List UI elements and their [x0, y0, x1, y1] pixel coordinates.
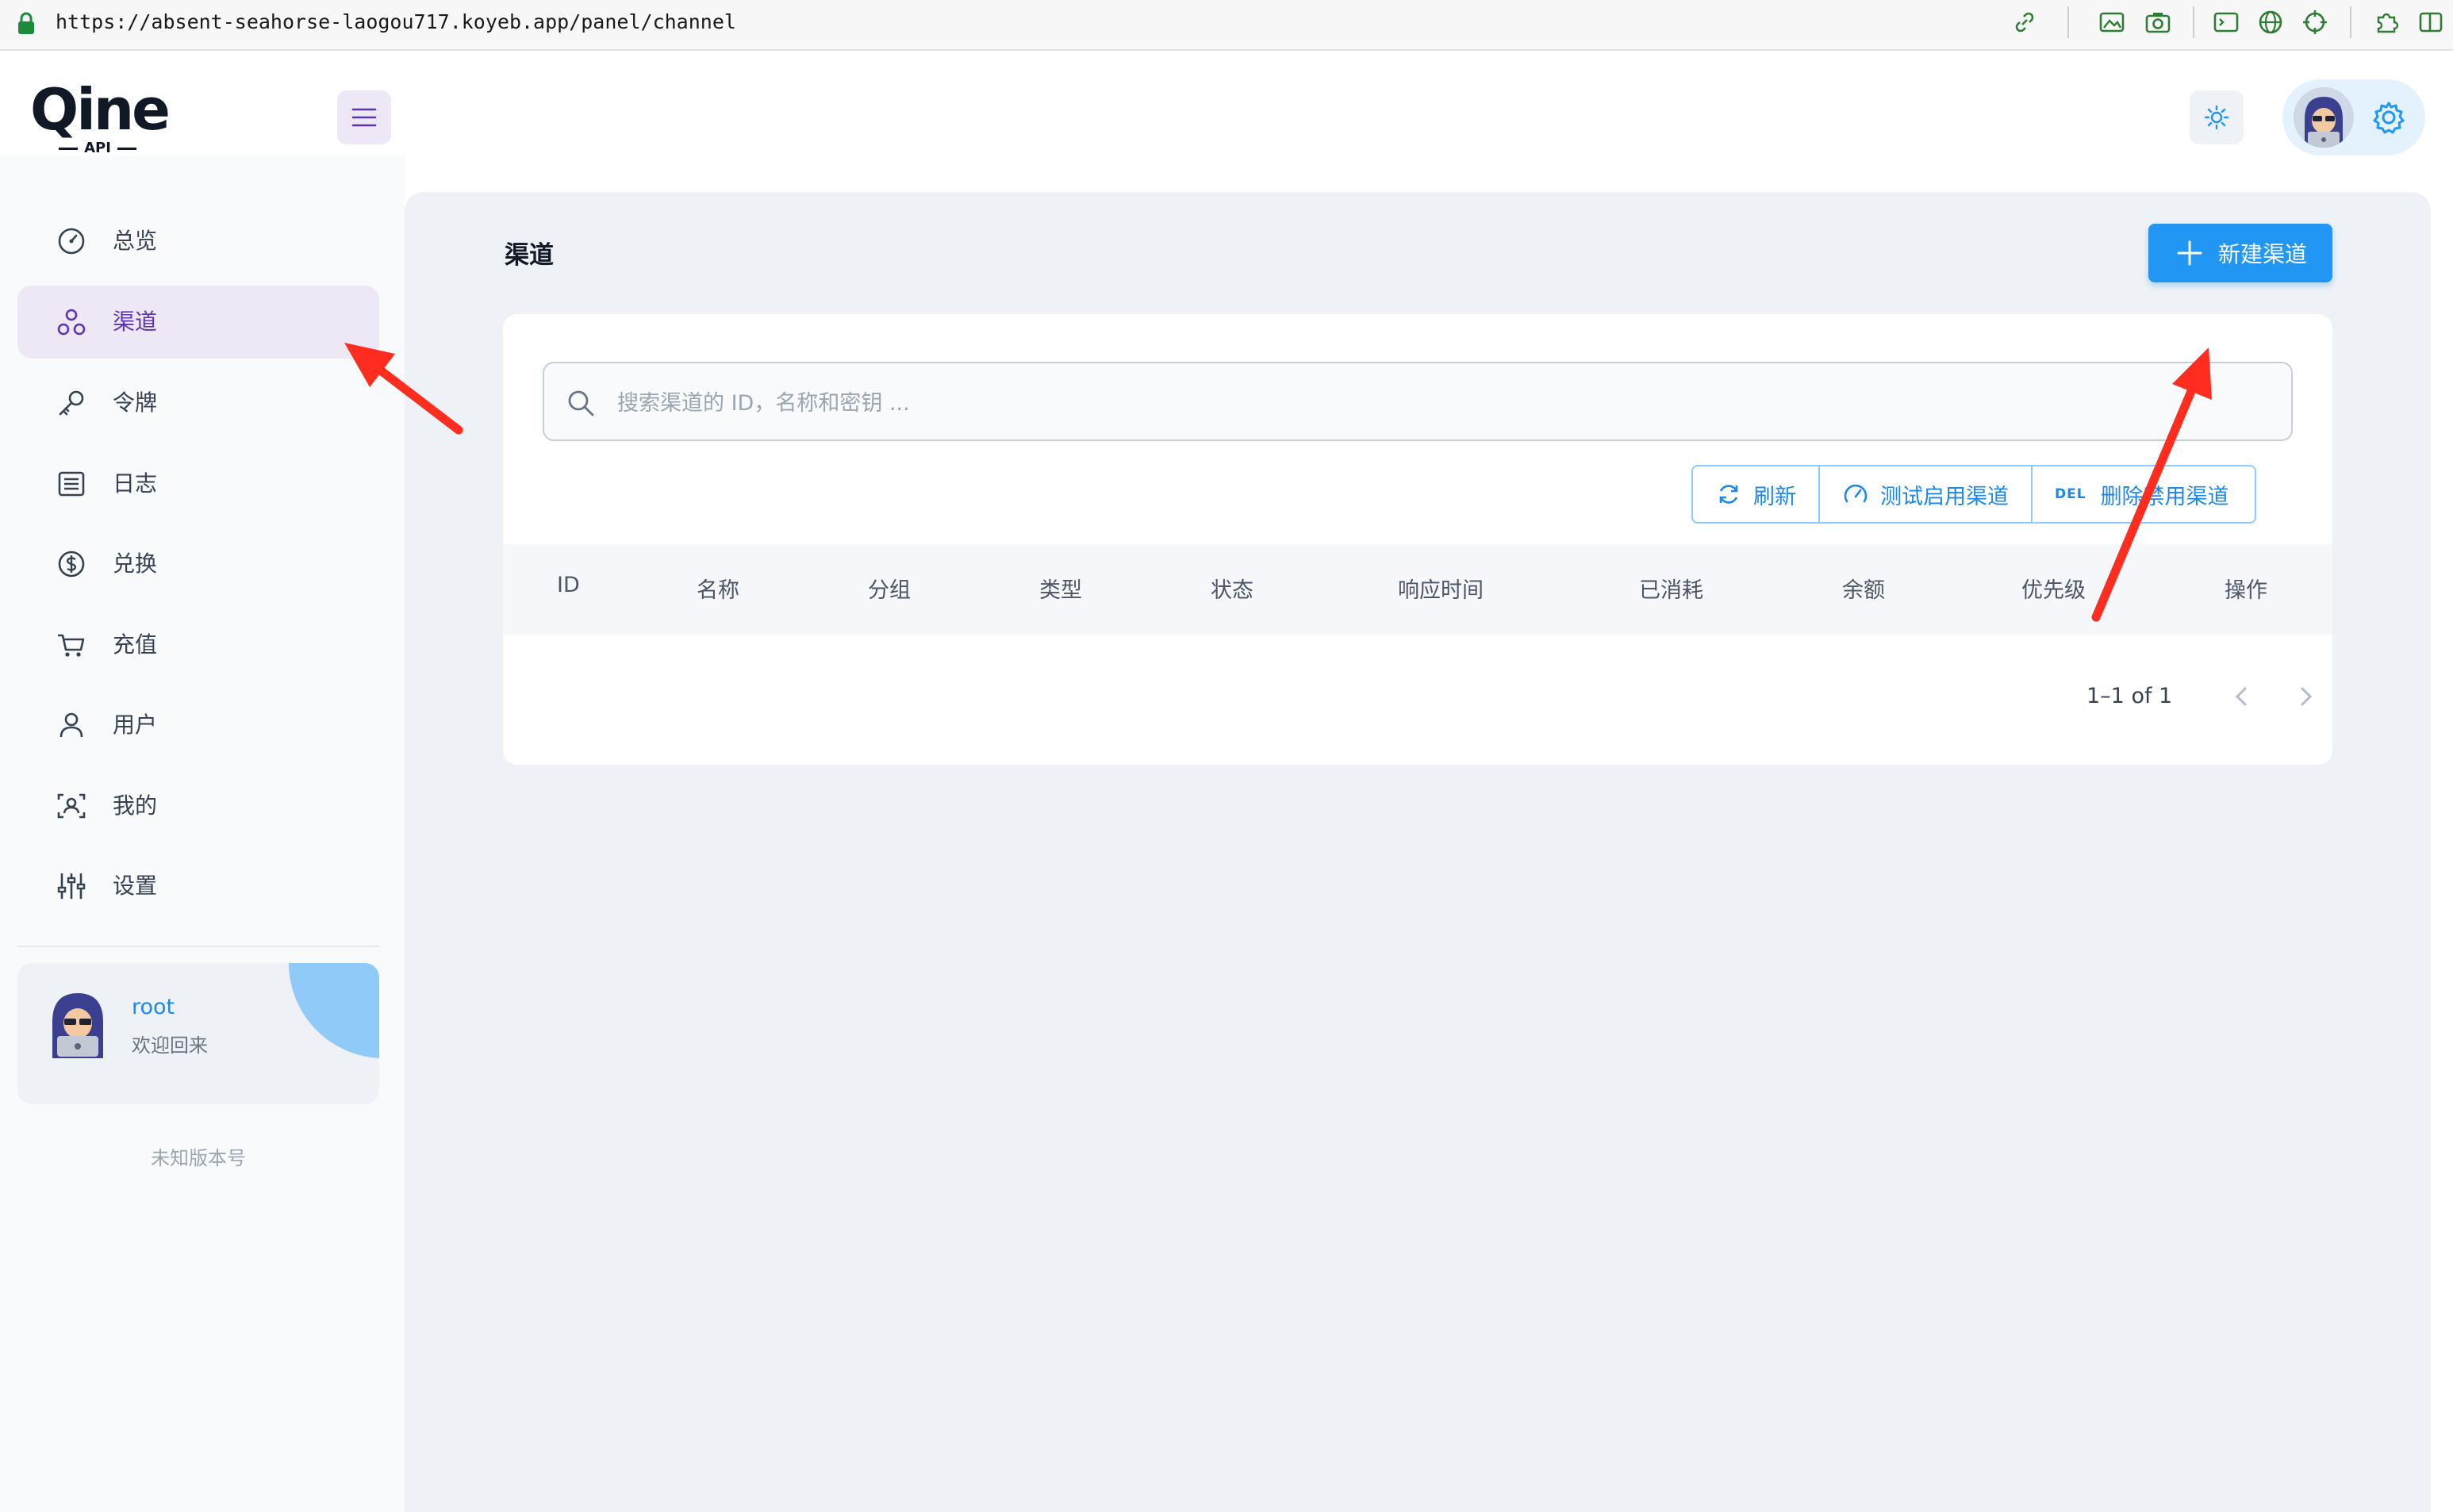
settings-sliders-icon [57, 873, 86, 899]
sidebar-item-token[interactable]: 令牌 [17, 366, 379, 439]
gear-icon [2373, 102, 2405, 134]
chevron-left-icon[interactable] [2225, 679, 2259, 714]
column-header[interactable]: 名称 [697, 573, 739, 604]
sidebar-item-label: 充值 [113, 631, 158, 658]
column-header[interactable]: 类型 [1039, 573, 1082, 604]
sidebar-item-mine[interactable]: 我的 [17, 769, 379, 842]
avatar [2294, 87, 2354, 148]
column-header[interactable]: 状态 [1211, 573, 1253, 604]
speedometer-icon [1844, 484, 1868, 503]
sidebar-item-label: 兑换 [113, 551, 158, 577]
user-greeting: 欢迎回来 [132, 1034, 208, 1057]
refresh-icon [1719, 485, 1738, 504]
hamburger-icon [351, 108, 377, 127]
version-text: 未知版本号 [151, 1147, 246, 1169]
link-icon[interactable] [2010, 8, 2039, 36]
user-icon [60, 712, 83, 738]
logo-subtext: API [84, 140, 111, 156]
sidebar-item-label: 日志 [113, 470, 158, 497]
dashboard-icon [58, 228, 85, 255]
sidebar-item-redeem[interactable]: 兑换 [17, 528, 379, 601]
sidebar-item-label: 总览 [113, 228, 158, 254]
sidebar-item-users[interactable]: 用户 [17, 689, 379, 762]
column-header[interactable]: 操作 [2225, 573, 2267, 604]
log-icon [58, 471, 85, 497]
lock-icon [18, 12, 34, 34]
action-button-group: 刷新 测试启用渠道 DEL 删除禁用渠道 [1691, 465, 2256, 524]
delete-disabled-channels-button[interactable]: DEL 删除禁用渠道 [2033, 466, 2251, 522]
camera-icon[interactable] [2144, 8, 2172, 36]
del-icon: DEL [2055, 486, 2086, 502]
theme-toggle-button[interactable] [2190, 90, 2244, 144]
profile-menu-button[interactable] [2282, 79, 2425, 155]
search-input[interactable]: 搜索渠道的 ID，名称和密钥 ... [543, 362, 2293, 441]
plus-icon [2177, 240, 2202, 266]
refresh-label: 刷新 [1753, 484, 1796, 509]
crosshair-icon[interactable] [2301, 8, 2329, 36]
sidebar-item-topup[interactable]: 充值 [17, 608, 379, 681]
sidebar-item-settings[interactable]: 设置 [17, 850, 379, 923]
profile-scan-icon [57, 793, 86, 819]
search-placeholder: 搜索渠道的 ID，名称和密钥 ... [617, 391, 910, 416]
column-header[interactable]: 响应时间 [1398, 573, 1484, 604]
sidebar-item-log[interactable]: 日志 [17, 447, 379, 520]
column-header[interactable]: ID [557, 573, 580, 597]
sidebar-toggle-icon[interactable] [2417, 8, 2445, 36]
page-title: 渠道 [505, 241, 554, 270]
sidebar-item-label: 设置 [113, 873, 158, 899]
extensions-icon[interactable] [2372, 8, 2401, 36]
menu-toggle-button[interactable] [337, 90, 391, 144]
decorative-circle [289, 963, 379, 1058]
dollar-icon [58, 551, 85, 578]
chevron-right-icon[interactable] [2288, 679, 2323, 714]
sun-icon [2204, 105, 2229, 130]
column-header[interactable]: 分组 [868, 573, 911, 604]
new-channel-label: 新建渠道 [2218, 241, 2308, 267]
refresh-button[interactable]: 刷新 [1693, 466, 1820, 522]
test-label: 测试启用渠道 [1880, 484, 2009, 509]
logo[interactable]: Qine API [30, 76, 171, 156]
sidebar-item-label: 渠道 [113, 309, 158, 335]
column-header[interactable]: 余额 [1842, 573, 1885, 604]
channel-icon [57, 309, 86, 336]
sidebar-item-label: 令牌 [113, 390, 158, 416]
browser-bar: https://absent-seahorse-laogou717.koyeb.… [0, 0, 2453, 51]
sidebar-item-channel[interactable]: 渠道 [17, 286, 379, 359]
sidebar-item-label: 我的 [113, 792, 158, 819]
terminal-icon[interactable] [2212, 8, 2240, 36]
table-header: ID 名称 分组 类型 状态 响应时间 已消耗 余额 优先级 操作 [503, 544, 2332, 635]
delete-label: 删除禁用渠道 [2100, 484, 2229, 509]
column-header[interactable]: 已消耗 [1639, 573, 1703, 604]
logo-text: Qine [30, 76, 171, 143]
address-bar-url[interactable]: https://absent-seahorse-laogou717.koyeb.… [56, 8, 736, 36]
user-name: root [132, 995, 175, 1019]
user-card: root 欢迎回来 [17, 963, 379, 1104]
pagination-text: 1–1 of 1 [2086, 684, 2173, 708]
sidebar-divider [17, 946, 379, 947]
sidebar-item-dashboard[interactable]: 总览 [17, 205, 379, 278]
user-avatar [52, 993, 103, 1058]
globe-icon[interactable] [2256, 8, 2285, 36]
channel-table-card: 搜索渠道的 ID，名称和密钥 ... 刷新 测试启用渠道 DEL 删除禁用渠道 … [503, 314, 2332, 765]
new-channel-button[interactable]: 新建渠道 [2148, 224, 2332, 282]
column-header[interactable]: 优先级 [2021, 573, 2086, 604]
test-enabled-channels-button[interactable]: 测试启用渠道 [1820, 466, 2033, 522]
sidebar-item-label: 用户 [113, 712, 158, 738]
image-icon[interactable] [2098, 8, 2126, 36]
cart-icon [58, 634, 85, 657]
search-icon [568, 390, 594, 416]
key-icon [59, 390, 84, 416]
